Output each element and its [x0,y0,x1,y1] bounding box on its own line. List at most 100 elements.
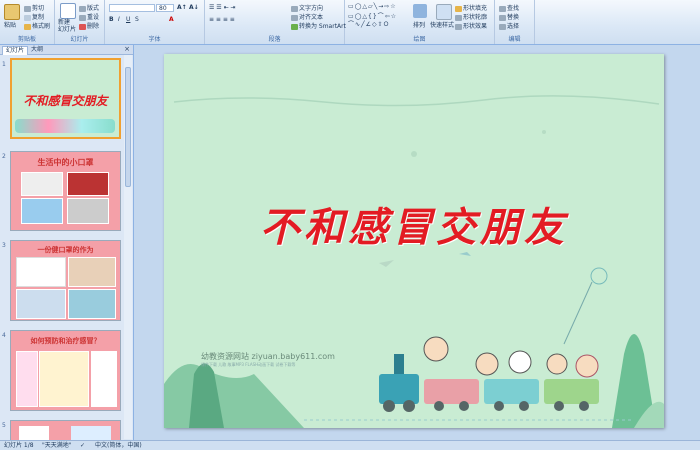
slide-number-5: 5 [2,422,6,429]
shape-effects-label: 形状效果 [463,23,488,30]
cartoon-2 [16,351,38,407]
tab-slides[interactable]: 幻灯片 [2,46,29,55]
brush-icon [24,23,31,30]
new-slide-icon[interactable] [60,3,76,19]
text-direction-label: 文字方向 [299,5,324,12]
wheel-4 [459,401,469,411]
ribbon: 粘贴 剪切 复制 格式刷 剪贴板 新建 幻灯片 版式 重设 删除 幻灯片 80 … [0,0,700,45]
quick-styles-button[interactable]: 快速样式 [430,20,454,29]
thumb-1-title: 不和感冒交朋友 [23,94,108,108]
pane-scrollbar[interactable] [124,55,132,439]
select-button[interactable]: 选择 [499,21,519,30]
pane-tabs: 幻灯片 大纲 × [0,45,133,55]
cut-label: 剪切 [32,5,45,12]
train-chimney [394,354,404,374]
format-painter-button[interactable]: 格式刷 [24,21,50,30]
smartart-label: 转换为 SmartArt [299,23,346,30]
slide-thumb-5[interactable] [10,420,121,441]
drawing-label: 绘图 [413,36,426,43]
shape-outline-button[interactable]: 形状轮廓 [455,12,487,21]
shape-fill-button[interactable]: 形状填充 [455,3,487,12]
fill-icon [455,5,462,12]
replace-label: 替换 [507,14,520,21]
reset-label: 重设 [87,14,100,21]
slide-canvas[interactable]: 不和感冒交朋友 幼教资源网站 ziyuan.baby611.com 课件下载 儿… [164,54,664,428]
slide-number-4: 4 [2,332,6,339]
site-subtext: 课件下载 儿歌 故事MP3 FLASH动画下载 试卷下载等 [201,362,296,367]
scissors-icon [24,5,31,12]
align-text-button[interactable]: 对齐文本 [291,12,323,21]
paste-icon[interactable] [4,4,20,20]
slides-group: 新建 幻灯片 版式 重设 删除 幻灯片 [55,0,105,44]
underline-button[interactable]: U [126,16,130,23]
train-car-3 [544,379,599,404]
tab-outline[interactable]: 大纲 [28,46,46,54]
wheel-6 [519,401,529,411]
align-text-icon [291,14,298,21]
font-size-combo[interactable]: 80 [156,4,174,12]
delete-label: 删除 [87,23,100,30]
replace-button[interactable]: 替换 [499,12,519,21]
format-painter-label: 格式刷 [32,23,51,30]
slide-thumb-3[interactable]: 一份健口罩的作为 [10,240,121,321]
layout-icon [79,5,86,12]
smartart-button[interactable]: 转换为 SmartArt [291,21,346,30]
arrange-button[interactable]: 排列 [413,20,425,29]
copy-button[interactable]: 复制 [24,12,44,21]
passenger-4 [546,353,568,375]
wheel-1 [383,400,395,412]
slide-thumb-1[interactable]: 不和感冒交朋友 [10,58,121,139]
thumb-2-title: 生活中的小口罩 [37,158,94,167]
grow-font-icon[interactable]: A↑ [177,4,187,11]
delete-button[interactable]: 删除 [79,21,99,30]
shapes-gallery[interactable]: ▭◯△▱╲→⇨☆ [348,3,397,10]
bullets-icon[interactable]: ☰ ☰ ⇤ ⇥ [209,4,236,11]
site-watermark: 幼教资源网站 ziyuan.baby611.com [201,352,335,361]
mask-photo-2 [67,172,109,196]
arrange-icon[interactable] [413,4,427,18]
text-direction-button[interactable]: 文字方向 [291,3,323,12]
font-group: 80 A↑ A↓ B I U S A 字体 [105,0,205,44]
shrink-font-icon[interactable]: A↓ [189,4,199,11]
text-direction-icon [291,5,298,12]
quick-styles-icon[interactable] [436,4,452,20]
pane-scrollbar-thumb[interactable] [125,67,131,187]
thumb-5-image-1 [19,426,49,441]
slide-title[interactable]: 不和感冒交朋友 [164,195,664,253]
thumb-4-title: 如何预防和治疗感冒？ [30,337,101,345]
italic-button[interactable]: I [118,16,120,23]
photo-3 [68,289,116,319]
photo-1 [68,257,116,287]
align-icons[interactable]: ≡ ≡ ≡ ≡ [209,16,235,23]
new-slide-button[interactable]: 新建 幻灯片 [58,19,76,33]
slides-pane: 幻灯片 大纲 × 1 不和感冒交朋友 2 生活中的小口罩 3 一份健口罩的作为 … [0,45,134,441]
cut-button[interactable]: 剪切 [24,3,44,12]
top-doodle-line [173,95,660,107]
bg-dot-2 [542,130,546,134]
train-car-1 [424,379,479,404]
font-name-combo[interactable] [109,4,155,12]
drawing-group: ▭◯△▱╲→⇨☆ ▭◯△{}⌒⇦☆ ⌒∿╱∠◇⇧⭘ 排列 快速样式 形状填充 形… [345,0,495,44]
paste-button[interactable]: 粘贴 [4,20,16,29]
select-icon [499,23,506,30]
train-car-2 [484,379,539,404]
mask-photo-3 [21,198,63,224]
bold-button[interactable]: B [109,16,114,23]
find-button[interactable]: 查找 [499,3,519,12]
mask-photo-4 [67,198,109,224]
train-engine [379,374,419,404]
passenger-5 [575,354,599,378]
slide-thumb-4[interactable]: 如何预防和治疗感冒？ [10,330,121,411]
smartart-icon [291,23,298,30]
copy-label: 复制 [32,14,45,21]
find-icon [499,5,506,12]
layout-button[interactable]: 版式 [79,3,99,12]
shapes-gallery-row3[interactable]: ⌒∿╱∠◇⇧⭘ [348,19,389,29]
shape-effects-button[interactable]: 形状效果 [455,21,487,30]
reset-button[interactable]: 重设 [79,12,99,21]
paragraph-group: ☰ ☰ ⇤ ⇥ ≡ ≡ ≡ ≡ 文字方向 对齐文本 转换为 SmartArt 段… [205,0,346,44]
strikethrough-button[interactable]: S [135,16,139,23]
font-color-icon[interactable]: A [169,16,174,23]
close-pane-icon[interactable]: × [124,45,130,54]
slide-thumb-2[interactable]: 生活中的小口罩 [10,151,121,231]
